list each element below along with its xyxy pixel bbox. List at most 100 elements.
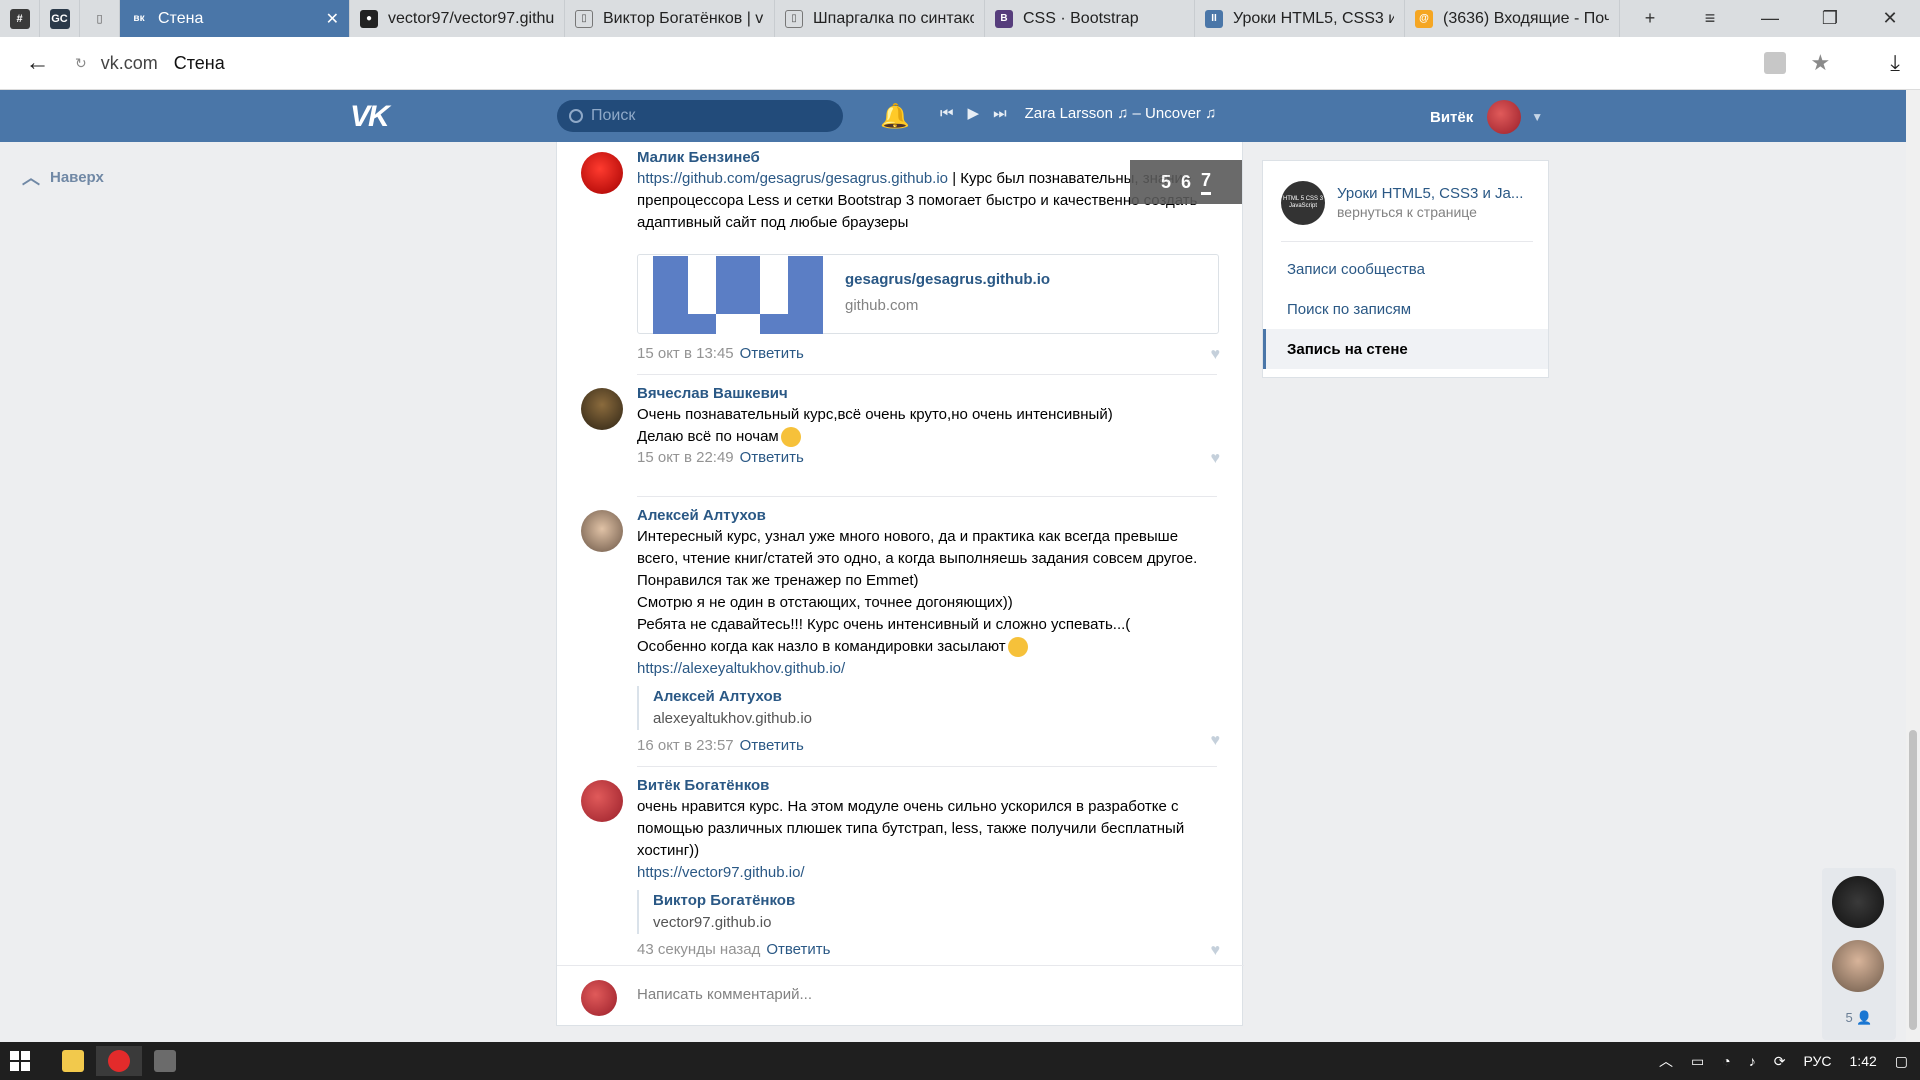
menu-item-wall-post[interactable]: Запись на стене (1263, 329, 1548, 369)
lock-icon[interactable] (1763, 52, 1786, 74)
scroll-up-button[interactable]: ︿ Наверх (22, 164, 104, 190)
link-preview-title[interactable]: gesagrus/gesagrus.github.io (845, 271, 1050, 288)
wifi-icon[interactable]: ◔ (1722, 1053, 1730, 1069)
link-quote[interactable]: Виктор Богатёнков vector97.github.io (637, 890, 1217, 934)
clock[interactable]: 1:42 (1850, 1053, 1877, 1069)
comment-date[interactable]: 16 окт в 23:57 (637, 737, 734, 754)
avatar[interactable] (581, 780, 623, 822)
comment-link[interactable]: https://github.com/gesagrus/gesagrus.git… (637, 170, 948, 187)
notifications-icon[interactable]: ▢ (1895, 1053, 1908, 1070)
comment-text-line: Интересный курс, узнал уже много нового,… (637, 528, 1198, 589)
like-heart-icon[interactable]: ♥ (1211, 450, 1221, 468)
reply-link[interactable]: Ответить (740, 449, 804, 466)
window-controls: + ≡ — ❐ ✕ (1620, 0, 1920, 37)
emoji-icon (1007, 637, 1028, 658)
minimize-icon[interactable]: — (1740, 8, 1800, 29)
language-indicator[interactable]: РУС (1803, 1053, 1831, 1069)
windows-start-icon[interactable] (10, 1051, 30, 1071)
pager-page[interactable]: 5 (1161, 172, 1171, 193)
comment-link[interactable]: https://vector97.github.io/ (637, 864, 805, 881)
close-tab-icon[interactable]: ✕ (326, 9, 339, 29)
app-icon[interactable] (142, 1046, 188, 1076)
comment-date[interactable]: 15 окт в 22:49 (637, 449, 734, 466)
close-window-icon[interactable]: ✕ (1860, 8, 1920, 29)
vk-logo[interactable]: VK (350, 100, 392, 133)
browser-tab[interactable]: II Уроки HTML5, CSS3 и (1195, 0, 1405, 37)
comment-date[interactable]: 43 секунды назад (637, 941, 760, 958)
avatar (581, 980, 617, 1016)
comment-author[interactable]: Вячеслав Вашкевич (637, 384, 1217, 404)
pager-page[interactable]: 7 (1201, 170, 1212, 195)
reply-link[interactable]: Ответить (740, 345, 804, 362)
chat-avatar[interactable] (1832, 876, 1884, 928)
group-back-link[interactable]: HTML 5 CSS 3 JavaScript Уроки HTML5, CSS… (1281, 181, 1523, 225)
browser-tab[interactable]: B CSS · Bootstrap (985, 0, 1195, 37)
chat-avatar[interactable] (1832, 940, 1884, 992)
browser-tab[interactable]: вк Стена ✕ (120, 0, 350, 37)
avatar[interactable] (581, 388, 623, 430)
menu-item-search-posts[interactable]: Поиск по записям (1263, 289, 1548, 329)
menu-icon[interactable]: ≡ (1680, 8, 1740, 29)
chevron-up-icon[interactable]: ︿ (1659, 1051, 1673, 1071)
chat-count-value: 5 (1845, 1010, 1853, 1025)
chat-count[interactable]: 5 👤 (1822, 1010, 1896, 1026)
bookmark-star-icon[interactable]: ★ (1811, 50, 1831, 76)
reply-link[interactable]: Ответить (740, 737, 804, 754)
comment-text-line: Ребята не сдавайтесь!!! Курс очень интен… (637, 616, 1131, 633)
comment-date[interactable]: 15 окт в 13:45 (637, 345, 734, 362)
group-name[interactable]: Уроки HTML5, CSS3 и Ja... (1337, 185, 1523, 203)
browser-tab[interactable]: @ (3636) Входящие - Поч (1405, 0, 1620, 37)
bell-icon[interactable]: 🔔 (880, 102, 910, 131)
comment-text-line: Особенно когда как назло в командировки … (637, 636, 1217, 658)
battery-icon[interactable]: ▭ (1691, 1053, 1704, 1070)
chevron-up-icon: ︿ (22, 168, 40, 188)
hash-icon: # (9, 8, 30, 29)
tab-title: (3636) Входящие - Поч (1443, 9, 1609, 27)
pause-icon: II (1205, 9, 1223, 28)
download-icon[interactable]: ⤓ (1890, 50, 1900, 76)
reply-link[interactable]: Ответить (766, 941, 830, 958)
like-heart-icon[interactable]: ♥ (1211, 732, 1221, 750)
next-track-icon[interactable]: ⏭ (993, 105, 1007, 122)
browser-tab[interactable]: ▯ Шпаргалка по синтакс (775, 0, 985, 37)
file-explorer-icon[interactable] (50, 1046, 96, 1076)
gc-pinned-tab[interactable]: GC (40, 0, 80, 37)
comment-meta: 16 окт в 23:57 Ответить (637, 736, 1217, 756)
hashtag-pinned-tab[interactable]: # (0, 0, 40, 37)
avatar[interactable] (581, 510, 623, 552)
reload-icon[interactable]: ↻ (75, 55, 87, 72)
volume-icon[interactable]: ♪ (1749, 1053, 1756, 1069)
new-tab-icon[interactable]: + (1620, 8, 1680, 29)
like-heart-icon[interactable]: ♥ (1211, 346, 1221, 364)
link-quote[interactable]: Алексей Алтухов alexeyaltukhov.github.io (637, 686, 1217, 730)
comment-input[interactable]: Написать комментарий... (637, 986, 812, 1003)
prev-track-icon[interactable]: ⏮ (940, 105, 954, 122)
link-preview-card[interactable]: gesagrus/gesagrus.github.io github.com (637, 254, 1219, 334)
doc-pinned-tab[interactable]: ▯ (80, 0, 120, 37)
comment-link[interactable]: https://alexeyaltukhov.github.io/ (637, 660, 845, 677)
menu-item-community-posts[interactable]: Записи сообщества (1263, 249, 1548, 289)
browser-tab[interactable]: ● vector97/vector97.github (350, 0, 565, 37)
quote-domain: alexeyaltukhov.github.io (653, 710, 812, 727)
user-menu[interactable]: Витёк ▼ (1430, 100, 1543, 134)
back-arrow-icon[interactable]: ← (0, 49, 75, 77)
pager-page[interactable]: 6 (1181, 172, 1191, 193)
yandex-browser-icon[interactable] (96, 1046, 142, 1076)
sync-icon[interactable]: ⟳ (1774, 1053, 1786, 1070)
play-icon[interactable]: ▶ (968, 104, 980, 122)
url-field[interactable]: ↻ vk.com Стена (75, 53, 1764, 74)
quote-title[interactable]: Алексей Алтухов (653, 686, 1217, 708)
scrollbar-thumb[interactable] (1909, 730, 1917, 1030)
comment-author[interactable]: Витёк Богатёнков (637, 776, 1217, 796)
browser-tab[interactable]: ▯ Виктор Богатёнков | vc (565, 0, 775, 37)
comment-text-line: Очень познавательный курс,всё очень крут… (637, 406, 1113, 423)
search-input[interactable]: Поиск (557, 100, 843, 132)
avatar[interactable] (581, 152, 623, 194)
document-icon: ▯ (575, 9, 593, 28)
quote-title[interactable]: Виктор Богатёнков (653, 890, 1217, 912)
comment-author[interactable]: Алексей Алтухов (637, 506, 1217, 526)
like-heart-icon[interactable]: ♥ (1211, 942, 1221, 960)
track-title[interactable]: Zara Larsson ♫ – Uncover ♫ (1025, 105, 1217, 122)
restore-icon[interactable]: ❐ (1800, 8, 1860, 29)
scrollbar[interactable] (1906, 90, 1920, 1042)
